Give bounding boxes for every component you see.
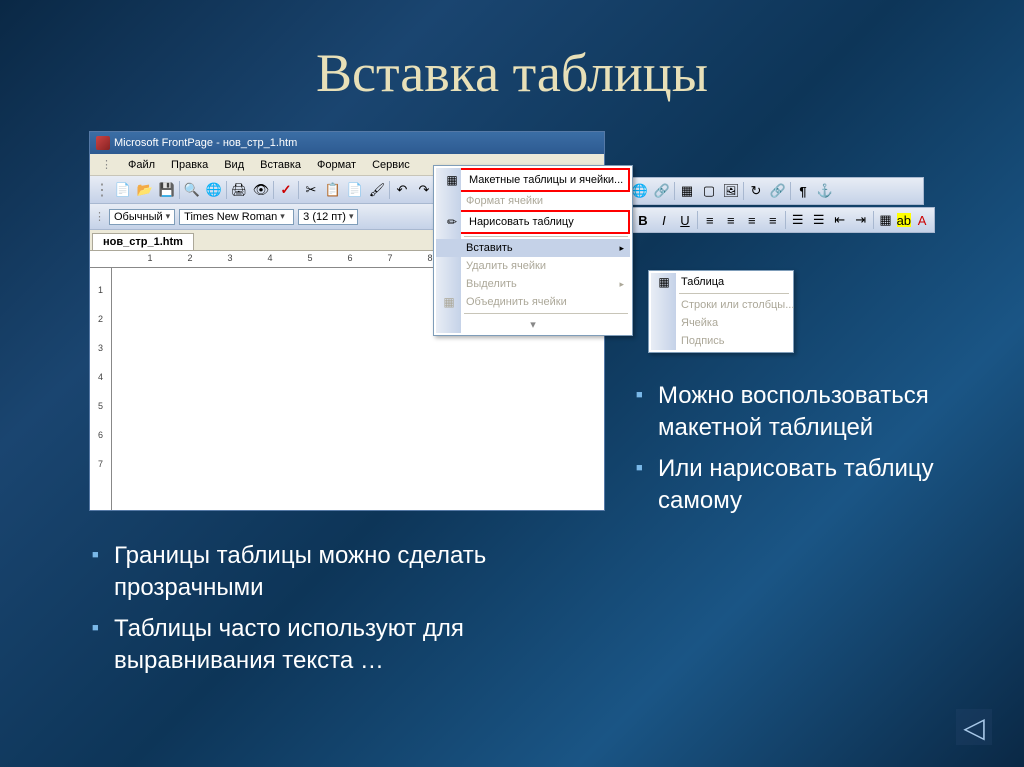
menu-layout-tables[interactable]: ▦ Макетные таблицы и ячейки... — [439, 171, 627, 189]
title-bar: Microsoft FrontPage - нов_стр_1.htm — [90, 132, 604, 154]
print-icon[interactable]: 🖨 — [228, 179, 250, 201]
menu-edit[interactable]: Правка — [164, 157, 215, 173]
slide-title: Вставка таблицы — [0, 0, 1024, 104]
back-arrow-icon: ◁ — [963, 711, 985, 744]
bold-icon[interactable]: B — [633, 209, 653, 231]
font-dropdown[interactable]: Times New Roman — [179, 209, 294, 225]
format-painter-icon[interactable]: 🖌 — [366, 179, 388, 201]
anchor-icon[interactable]: ⚓ — [814, 180, 836, 202]
bullet-item: Границы таблицы можно сделать прозрачным… — [92, 540, 582, 605]
show-all-icon[interactable]: ¶ — [792, 180, 814, 202]
underline-icon[interactable]: U — [675, 209, 695, 231]
menu-file[interactable]: Файл — [121, 157, 162, 173]
spell-icon[interactable]: ✓ — [275, 179, 297, 201]
link-icon[interactable]: 🔗 — [651, 180, 673, 202]
menu-insert[interactable]: Вставить ▸ — [436, 239, 630, 257]
menu-tools[interactable]: Сервис — [365, 157, 417, 173]
submenu-arrow-icon: ▸ — [619, 279, 624, 290]
open-icon[interactable]: 📂 — [134, 179, 156, 201]
left-bullets: Границы таблицы можно сделать прозрачным… — [92, 540, 582, 686]
refresh-icon[interactable]: ↻ — [745, 180, 767, 202]
menu-select: Выделить ▸ — [436, 275, 630, 293]
layout-table-icon: ▦ — [444, 173, 460, 189]
outdent-icon[interactable]: ⇤ — [830, 209, 850, 231]
app-icon — [96, 136, 110, 150]
new-icon[interactable]: 📄 — [112, 179, 134, 201]
menu-merge-cells: ▦ Объединить ячейки — [436, 293, 630, 311]
size-dropdown[interactable]: 3 (12 пт) — [298, 209, 358, 225]
submenu-table[interactable]: ▦ Таблица — [651, 273, 791, 291]
layer-icon[interactable]: ▢ — [698, 180, 720, 202]
save-icon[interactable]: 💾 — [156, 179, 178, 201]
cut-icon[interactable]: ✂ — [300, 179, 322, 201]
copy-icon[interactable]: 📋 — [322, 179, 344, 201]
menu-cell-format: Формат ячейки — [436, 192, 630, 210]
table-icon[interactable]: ▦ — [676, 180, 698, 202]
right-bullets: Можно воспользоваться макетной таблицей … — [636, 380, 986, 526]
style-dropdown[interactable]: Обычный — [109, 209, 175, 225]
align-right-icon[interactable]: ≡ — [742, 209, 762, 231]
highlight-icon[interactable]: ab — [897, 213, 912, 227]
publish-icon[interactable]: 🌐 — [203, 179, 225, 201]
indent-icon[interactable]: ⇥ — [851, 209, 871, 231]
merge-icon: ▦ — [441, 295, 457, 311]
align-left-icon[interactable]: ≡ — [700, 209, 720, 231]
menu-draw-table[interactable]: ✏ Нарисовать таблицу — [439, 213, 627, 231]
bullets-icon[interactable]: ☰ — [809, 209, 829, 231]
bullet-item: Или нарисовать таблицу самому — [636, 453, 986, 518]
insert-submenu: ▦ Таблица Строки или столбцы... Ячейка П… — [648, 270, 794, 353]
align-center-icon[interactable]: ≡ — [721, 209, 741, 231]
menu-insert[interactable]: Вставка — [253, 157, 308, 173]
menu-delete-cells: Удалить ячейки — [436, 257, 630, 275]
italic-icon[interactable]: I — [654, 209, 674, 231]
menu-format[interactable]: Формат — [310, 157, 363, 173]
window-title: Microsoft FrontPage - нов_стр_1.htm — [114, 137, 297, 149]
bullet-item: Таблицы часто используют для выравнивани… — [92, 613, 582, 678]
expand-menu-icon[interactable]: ▾ — [530, 319, 536, 331]
submenu-rows-cols: Строки или столбцы... — [651, 296, 791, 314]
submenu-caption: Подпись — [651, 332, 791, 350]
submenu-arrow-icon: ▸ — [619, 243, 624, 254]
format-toolbar-extension: B I U ≡ ≡ ≡ ≡ ☰ ☰ ⇤ ⇥ ▦ ab A — [630, 207, 935, 233]
menu-view[interactable]: Вид — [217, 157, 251, 173]
table-grid-icon: ▦ — [656, 275, 672, 291]
submenu-cell: Ячейка — [651, 314, 791, 332]
search-icon[interactable]: 🔍 — [181, 179, 203, 201]
bullet-item: Можно воспользоваться макетной таблицей — [636, 380, 986, 445]
hyperlink-icon[interactable]: 🔗 — [767, 180, 789, 202]
picture-icon[interactable]: 🖼 — [720, 180, 742, 202]
paste-icon[interactable]: 📄 — [344, 179, 366, 201]
active-tab[interactable]: нов_стр_1.htm — [92, 233, 194, 250]
undo-icon[interactable]: ↶ — [391, 179, 413, 201]
table-menu-popup: ▦ Макетные таблицы и ячейки... Формат яч… — [433, 165, 633, 336]
preview-icon[interactable]: 👁 — [250, 179, 272, 201]
nav-back-button[interactable]: ◁ — [956, 709, 992, 745]
redo-icon[interactable]: ↷ — [413, 179, 435, 201]
vertical-ruler: 1 2 3 4 5 6 7 — [90, 268, 112, 510]
justify-icon[interactable]: ≡ — [763, 209, 783, 231]
toolbar-extension: 🧩 🌐 🔗 ▦ ▢ 🖼 ↻ 🔗 ¶ ⚓ — [604, 177, 924, 205]
font-color-icon[interactable]: A — [912, 209, 932, 231]
borders-icon[interactable]: ▦ — [876, 209, 896, 231]
pencil-icon: ✏ — [444, 215, 460, 231]
numbering-icon[interactable]: ☰ — [788, 209, 808, 231]
